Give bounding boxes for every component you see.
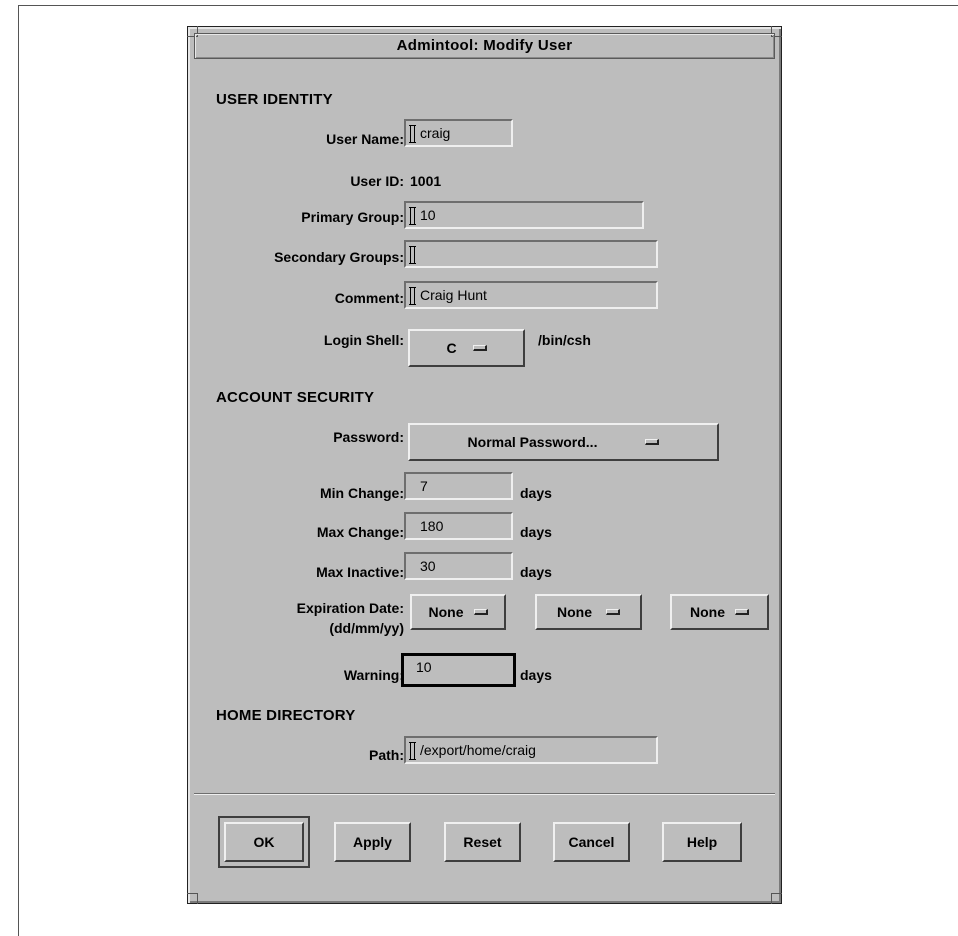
text-cursor-icon <box>409 125 416 143</box>
password-value: Normal Password... <box>467 434 598 450</box>
expiration-month-menu[interactable]: None <box>535 594 642 630</box>
section-user-identity: USER IDENTITY <box>216 91 333 108</box>
max-change-days: days <box>520 524 552 540</box>
reset-button[interactable]: Reset <box>444 822 521 862</box>
max-inactive-field[interactable]: 30 <box>404 552 513 580</box>
primary-group-value: 10 <box>420 207 436 223</box>
user-id-label: User ID: <box>350 173 404 189</box>
min-change-label: Min Change: <box>320 485 404 501</box>
text-cursor-icon <box>409 207 416 225</box>
user-name-label: User Name: <box>326 131 404 147</box>
expiration-year-menu[interactable]: None <box>670 594 769 630</box>
window-title[interactable]: Admintool: Modify User <box>194 33 775 59</box>
max-change-field[interactable]: 180 <box>404 512 513 540</box>
button-area-separator <box>194 793 775 795</box>
resize-corner-bottom-left[interactable] <box>187 893 198 904</box>
warning-label: Warning: <box>343 667 404 683</box>
expiration-month-value: None <box>557 604 592 620</box>
option-menu-icon <box>473 609 488 615</box>
max-inactive-value: 30 <box>420 558 436 574</box>
primary-group-label: Primary Group: <box>301 209 404 225</box>
max-inactive-days: days <box>520 564 552 580</box>
secondary-groups-field[interactable] <box>404 240 658 268</box>
max-change-value: 180 <box>420 518 444 534</box>
max-change-label: Max Change: <box>316 524 404 540</box>
primary-group-field[interactable]: 10 <box>404 201 644 229</box>
login-shell-path: /bin/csh <box>538 332 591 348</box>
apply-button[interactable]: Apply <box>334 822 411 862</box>
text-cursor-icon <box>409 246 416 264</box>
help-button[interactable]: Help <box>662 822 742 862</box>
login-shell-value: C <box>446 340 457 356</box>
comment-field[interactable]: Craig Hunt <box>404 281 658 309</box>
login-shell-menu[interactable]: C <box>408 329 525 367</box>
login-shell-label: Login Shell: <box>323 332 404 348</box>
comment-label: Comment: <box>334 290 404 306</box>
user-id-value: 1001 <box>410 173 442 189</box>
text-cursor-icon <box>409 742 416 760</box>
resize-corner-bottom-right[interactable] <box>771 893 782 904</box>
expiration-date-format: (dd/mm/yy) <box>329 620 404 636</box>
warning-days: days <box>520 667 552 683</box>
secondary-groups-label: Secondary Groups: <box>274 249 404 265</box>
section-account-security: ACCOUNT SECURITY <box>216 389 375 406</box>
warning-value: 10 <box>416 659 432 675</box>
expiration-day-value: None <box>428 604 464 620</box>
max-inactive-label: Max Inactive: <box>316 564 404 580</box>
text-cursor-icon <box>409 287 416 305</box>
expiration-year-value: None <box>690 604 725 620</box>
section-home-directory: HOME DIRECTORY <box>216 707 356 724</box>
warning-field[interactable]: 10 <box>401 653 516 687</box>
expiration-date-label: Expiration Date: <box>296 600 404 616</box>
user-name-value: craig <box>420 125 451 141</box>
path-label: Path: <box>369 747 404 763</box>
min-change-field[interactable]: 7 <box>404 472 513 500</box>
modify-user-dialog: Admintool: Modify User USER IDENTITY Use… <box>187 26 782 904</box>
option-menu-icon <box>606 609 620 615</box>
path-value: /export/home/craig <box>420 742 536 758</box>
option-menu-icon <box>735 609 749 615</box>
comment-value: Craig Hunt <box>420 287 487 303</box>
password-menu[interactable]: Normal Password... <box>408 423 719 461</box>
ok-button[interactable]: OK <box>218 816 310 868</box>
expiration-day-menu[interactable]: None <box>410 594 506 630</box>
option-menu-icon <box>472 345 487 351</box>
option-menu-icon <box>645 439 660 445</box>
cancel-button[interactable]: Cancel <box>553 822 630 862</box>
min-change-value: 7 <box>420 478 428 494</box>
password-label: Password: <box>333 429 404 445</box>
path-field[interactable]: /export/home/craig <box>404 736 658 764</box>
user-name-field[interactable]: craig <box>404 119 513 147</box>
min-change-days: days <box>520 485 552 501</box>
